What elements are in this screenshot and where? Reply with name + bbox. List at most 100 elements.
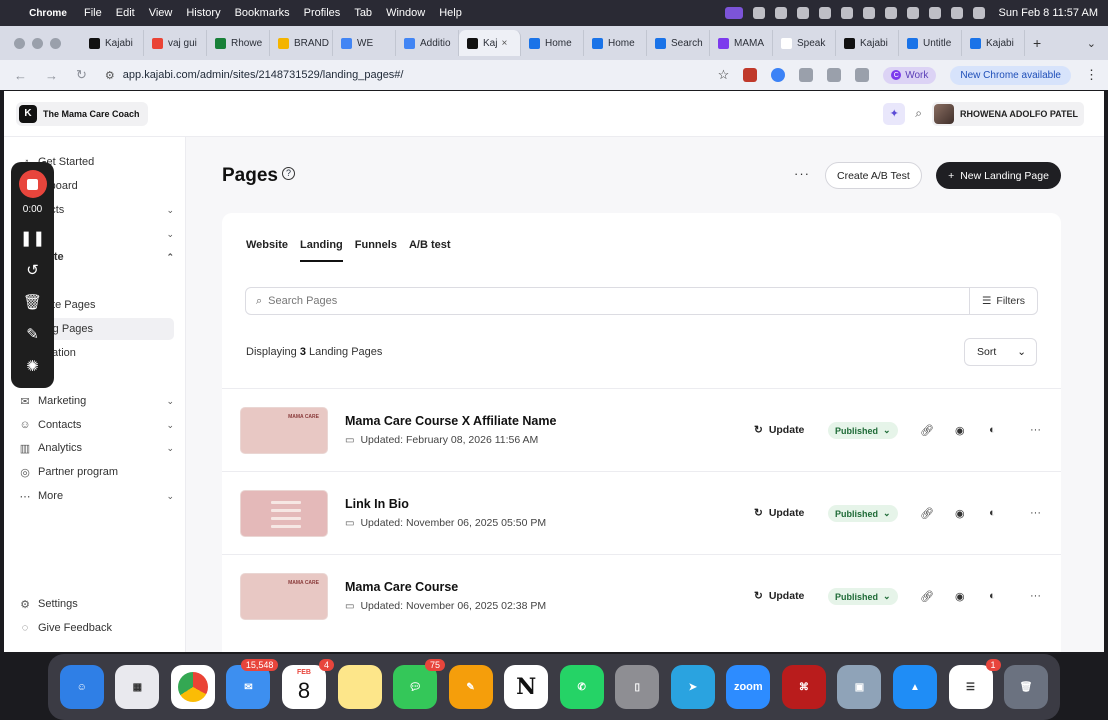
search-input[interactable]: Search Pages (268, 295, 337, 307)
table-row[interactable]: MAMA CARE Mama Care Course ▭ Updated: No… (222, 555, 1061, 637)
tab-website[interactable]: Website (246, 239, 288, 262)
menu-view[interactable]: View (149, 7, 173, 19)
palette-icon[interactable]: ◐ (989, 507, 996, 519)
trash-icon[interactable]: 🗑︎ (23, 293, 42, 311)
wifi-icon[interactable] (862, 7, 875, 19)
palette-icon[interactable]: ◐ (989, 424, 996, 436)
sidebar-item-contacts[interactable]: ☺ Contacts ⌄ (18, 414, 174, 436)
browser-tab[interactable]: Additio (396, 30, 459, 56)
launchpad-icon[interactable]: ▦ (115, 665, 160, 709)
browser-tab[interactable]: Kajabi (962, 30, 1025, 56)
link-icon[interactable]: 🔗︎ (920, 590, 934, 603)
preview-icon[interactable]: ▣ (837, 665, 882, 709)
preview-eye-icon[interactable]: ◉ (955, 507, 965, 520)
tab-landing[interactable]: Landing (299, 239, 343, 262)
menu-file[interactable]: File (84, 7, 102, 19)
table-row[interactable]: Link In Bio ▭ Updated: November 06, 2025… (222, 472, 1061, 554)
new-landing-page-button[interactable]: + New Landing Page (936, 162, 1061, 189)
chrome-icon[interactable] (170, 665, 215, 709)
chrome-menu-icon[interactable]: ⋮ (1085, 67, 1098, 83)
spotlight-icon[interactable] (928, 7, 941, 19)
notes-icon[interactable] (337, 665, 382, 709)
back-arrow-icon[interactable]: ← (14, 68, 27, 83)
url-field[interactable]: ⚙ app.kajabi.com/admin/sites/2148731529/… (105, 69, 404, 82)
creative-cloud-icon[interactable] (796, 7, 809, 19)
preview-eye-icon[interactable]: ◉ (955, 590, 965, 603)
siri-icon[interactable] (972, 7, 985, 19)
status-badge[interactable]: Published ⌄ (828, 505, 898, 522)
pause-icon[interactable]: ❚❚ (20, 229, 45, 247)
browser-tab[interactable]: Kajabi (836, 30, 899, 56)
ai-sparkle-icon[interactable]: ✦ (883, 102, 906, 125)
browser-tab[interactable]: Kaj × (459, 30, 521, 56)
browser-tab[interactable]: vaj gui (144, 30, 207, 56)
download-icon[interactable] (827, 68, 842, 82)
close-window-button[interactable] (14, 37, 25, 49)
link-icon[interactable]: 🔗︎ (920, 507, 934, 520)
sidebar-item-partner-program[interactable]: ◎ Partner program (18, 461, 174, 483)
page-thumbnail[interactable] (240, 490, 328, 537)
extension-blue-icon[interactable] (771, 68, 786, 82)
menu-history[interactable]: History (186, 7, 220, 19)
tab-search-chevron-icon[interactable]: ⌄ (1087, 37, 1096, 50)
trash-icon[interactable]: 🗑︎ (1004, 665, 1049, 709)
browser-tab[interactable]: Kajabi (81, 30, 144, 56)
sidebar-item-give-feedback[interactable]: ◌ Give Feedback (18, 617, 174, 639)
search-pages-field[interactable]: ⌕ Search Pages ☰ Filters (245, 287, 1038, 315)
row-more-icon[interactable]: ··· (1030, 424, 1041, 436)
sidebar-item-more[interactable]: ⋯ More ⌄ (18, 485, 175, 507)
menu-help[interactable]: Help (439, 7, 462, 19)
browser-tab[interactable]: Home (584, 30, 647, 56)
update-button[interactable]: ↻ Update (754, 507, 804, 519)
control-center-icon[interactable] (950, 7, 963, 19)
menu-profiles[interactable]: Profiles (304, 7, 341, 19)
zoom-window-button[interactable] (50, 37, 61, 49)
update-button[interactable]: ↻ Update (754, 590, 804, 602)
help-icon[interactable]: ? (282, 167, 295, 180)
zoom-icon[interactable]: zoom (726, 665, 771, 709)
forward-arrow-icon[interactable]: → (45, 68, 58, 83)
user-switch-icon[interactable] (884, 7, 897, 19)
page-thumbnail[interactable]: MAMA CARE (240, 573, 328, 620)
browser-tab[interactable]: Speak (773, 30, 836, 56)
new-tab-button[interactable]: + (1033, 35, 1041, 51)
whatsapp-icon[interactable]: ✆ (559, 665, 604, 709)
finder-icon[interactable]: ☺ (59, 665, 104, 709)
mail-icon[interactable]: ✉ 15,548 (226, 659, 279, 709)
sidebar-item-settings[interactable]: ⚙ Settings (18, 593, 174, 615)
telegram-icon[interactable]: ➤ (670, 665, 715, 709)
menu-tab[interactable]: Tab (354, 7, 372, 19)
create-ab-test-button[interactable]: Create A/B Test (825, 162, 922, 189)
tab-ab-test[interactable]: A/B test (409, 239, 451, 262)
notion-icon[interactable]: N (504, 665, 549, 709)
sidepanel-icon[interactable] (855, 68, 870, 82)
row-more-icon[interactable]: ··· (1030, 507, 1041, 519)
browser-tab[interactable]: WE (333, 30, 396, 56)
browser-tab[interactable]: MAMA (710, 30, 773, 56)
status-badge[interactable]: Published ⌄ (828, 588, 898, 605)
user-menu[interactable]: RHOWENA ADOLFO PATEL (932, 101, 1084, 126)
menu-edit[interactable]: Edit (116, 7, 135, 19)
acrobat-icon[interactable]: ⌘ (781, 665, 826, 709)
reload-icon[interactable]: ↻ (76, 67, 87, 83)
draw-pen-icon[interactable]: ✎ (26, 325, 39, 343)
page-thumbnail[interactable]: MAMA CARE (240, 407, 328, 454)
stop-recording-button[interactable] (18, 170, 47, 198)
keynote-icon[interactable]: ▲ (892, 665, 937, 709)
preview-eye-icon[interactable]: ◉ (955, 424, 965, 437)
notion-tray-icon[interactable] (818, 7, 831, 19)
restart-icon[interactable]: ↺ (26, 261, 39, 279)
page-title-link[interactable]: Mama Care Course X Affiliate Name (345, 414, 556, 428)
table-row[interactable]: MAMA CARE Mama Care Course X Affiliate N… (222, 389, 1061, 471)
more-options-icon[interactable]: ··· (794, 166, 810, 181)
battery-icon[interactable] (840, 7, 853, 19)
minimize-window-button[interactable] (32, 37, 43, 49)
browser-tab[interactable]: Search (647, 30, 710, 56)
chatgpt-tray-icon[interactable] (774, 7, 787, 19)
zoom-tray-icon[interactable] (752, 7, 765, 19)
sort-dropdown[interactable]: Sort ⌄ (964, 338, 1037, 366)
menubar-clock[interactable]: Sun Feb 8 11:57 AM (999, 7, 1098, 19)
row-more-icon[interactable]: ··· (1030, 590, 1041, 602)
link-icon[interactable]: 🔗︎ (920, 424, 934, 437)
screen-record-icon[interactable] (724, 7, 743, 19)
